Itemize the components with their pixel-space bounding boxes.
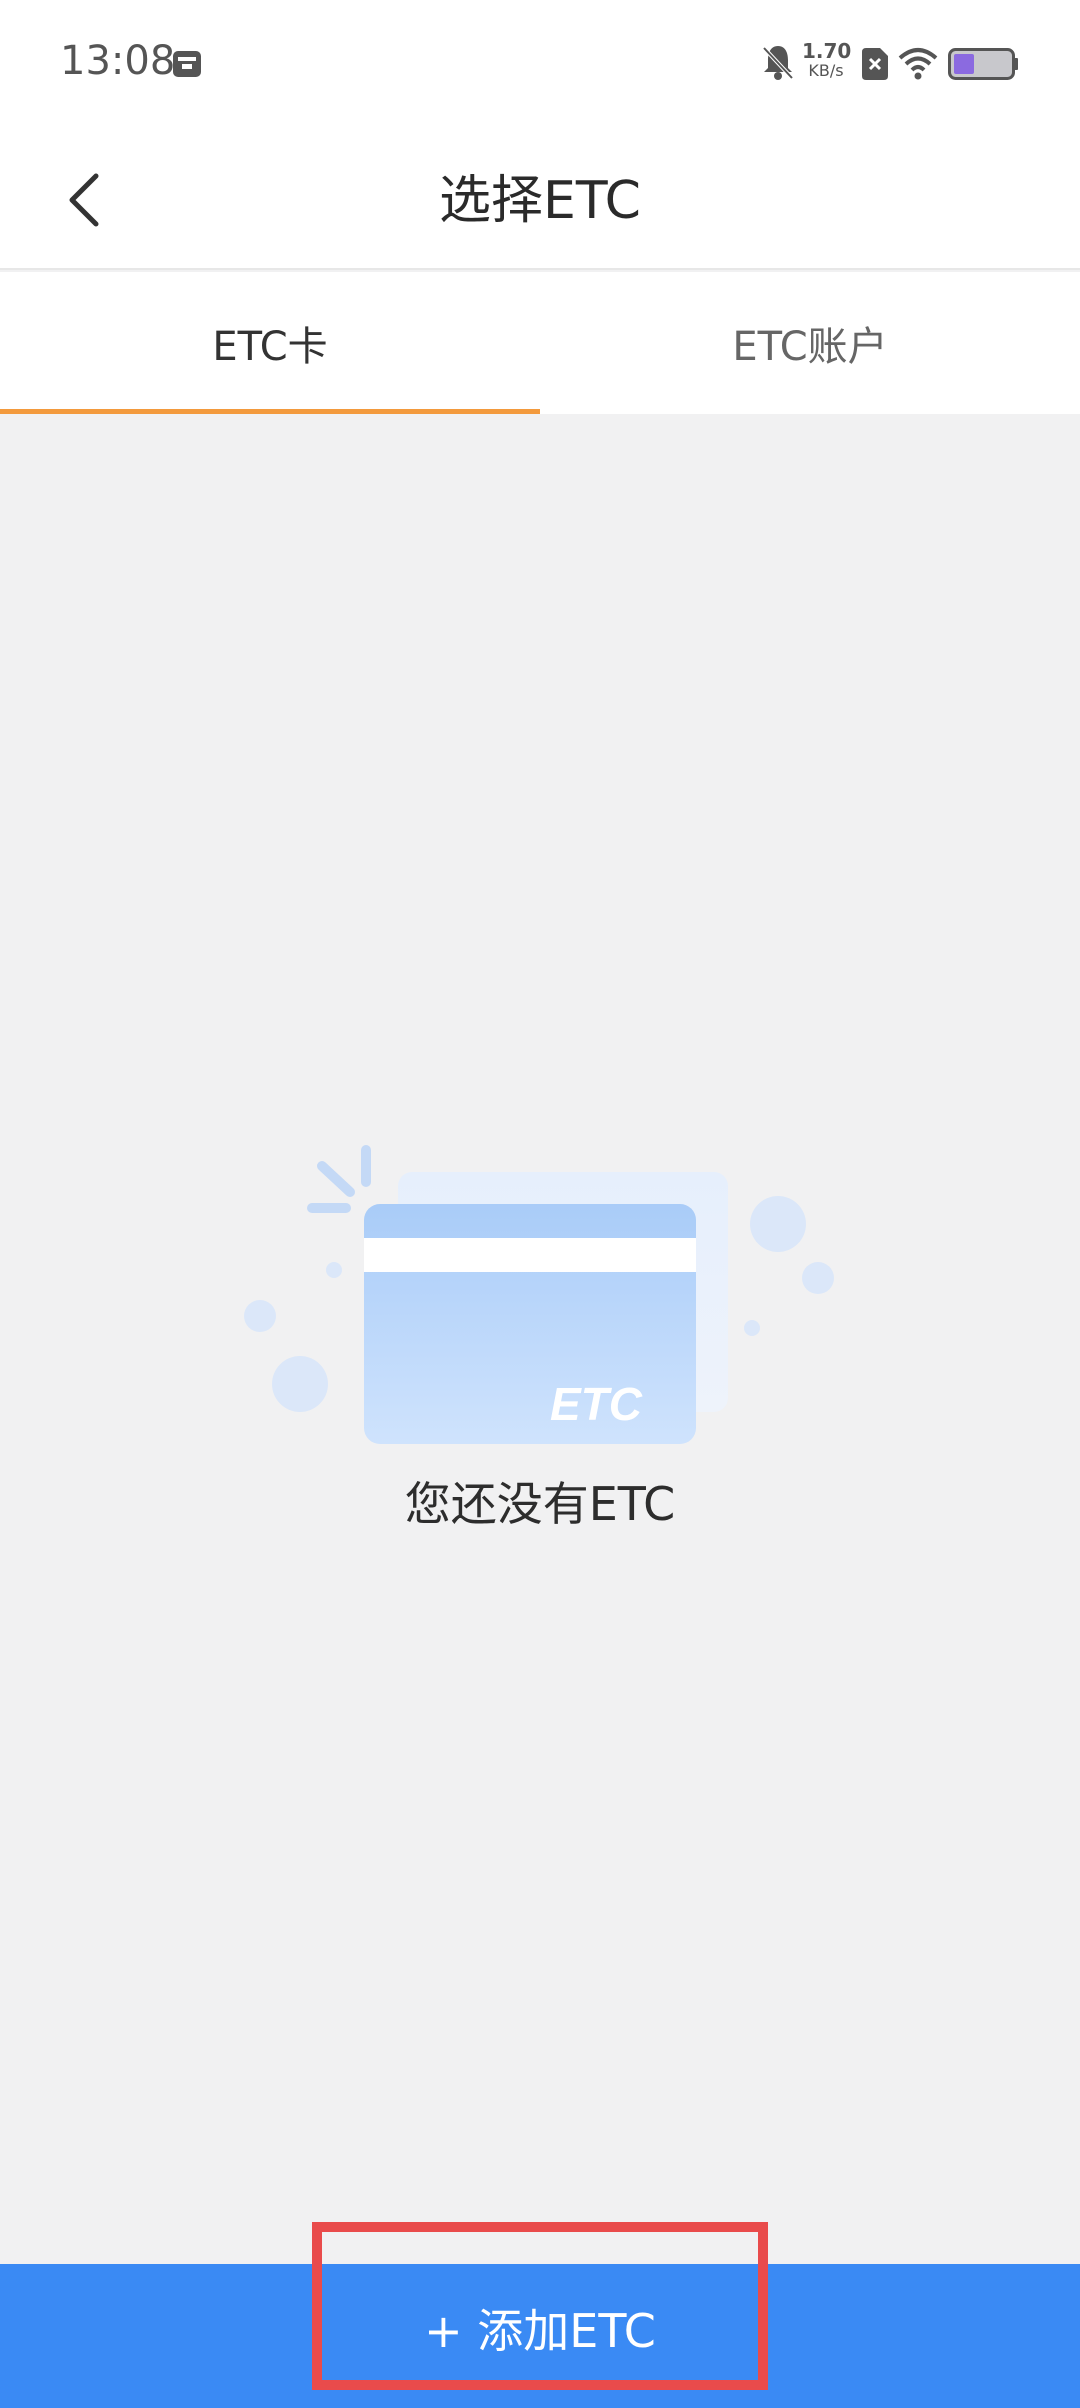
page-title: 选择ETC — [439, 171, 641, 231]
empty-state-message: 您还没有ETC — [404, 1477, 676, 1531]
tab-etc-account[interactable]: ETC账户 — [540, 272, 1080, 414]
status-time: 13:08 — [60, 38, 176, 84]
header-bar: 选择ETC — [0, 130, 1080, 270]
tab-etc-card[interactable]: ETC卡 — [0, 272, 540, 414]
sim-disabled-icon — [862, 48, 888, 80]
empty-etc-card-illustration: ETC — [244, 1145, 834, 1444]
tab-bar: ETC卡 ETC账户 — [0, 272, 1080, 414]
network-speed-value: 1.70 — [802, 39, 852, 63]
wifi-icon — [898, 48, 938, 80]
network-speed-unit: KB/s — [808, 61, 844, 80]
status-bar: 13:08 1.70 KB/s — [0, 0, 1080, 130]
tab-etc-account-label: ETC账户 — [732, 324, 888, 370]
add-etc-button[interactable]: + 添加ETC — [312, 2222, 768, 2390]
network-speed: 1.70 KB/s — [802, 39, 852, 80]
etc-card-logo: ETC — [550, 1378, 643, 1430]
notification-card-icon — [173, 51, 201, 77]
battery-icon — [948, 48, 1018, 80]
add-etc-button-label: + 添加ETC — [424, 2304, 656, 2358]
bell-muted-icon — [762, 46, 794, 80]
tab-etc-card-label: ETC卡 — [212, 324, 328, 370]
